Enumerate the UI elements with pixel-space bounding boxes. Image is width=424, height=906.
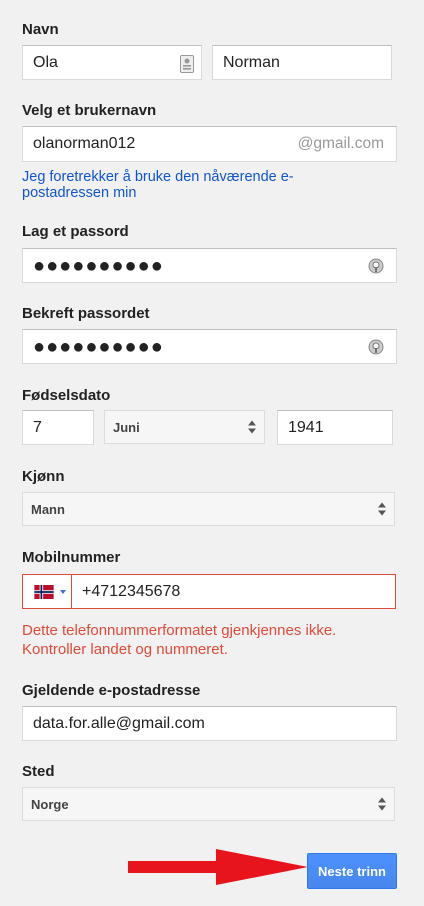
- location-value: Norge: [31, 796, 69, 812]
- use-current-email-link[interactable]: Jeg foretrekker å bruke den nåværende e-…: [22, 169, 322, 201]
- password-manager-icon[interactable]: [368, 339, 384, 355]
- birth-day-value: 7: [33, 418, 42, 436]
- gender-select[interactable]: Mann: [22, 492, 395, 526]
- confirm-password-label: Bekreft passordet: [22, 305, 150, 322]
- gender-value: Mann: [31, 501, 65, 517]
- select-arrows-icon: [248, 420, 256, 434]
- password-label: Lag et passord: [22, 223, 129, 240]
- birthdate-label: Fødselsdato: [22, 387, 111, 404]
- contact-card-icon: [180, 55, 194, 73]
- current-email-label: Gjeldende e-postadresse: [22, 682, 201, 699]
- next-step-button[interactable]: Neste trinn: [307, 853, 397, 889]
- mobile-error-message: Dette telefonnummerformatet gjenkjennes …: [22, 622, 337, 658]
- mobile-label: Mobilnummer: [22, 549, 121, 566]
- name-label: Navn: [22, 21, 59, 38]
- current-email-field[interactable]: data.for.alle@gmail.com: [22, 706, 397, 741]
- chevron-down-icon: [60, 590, 66, 594]
- location-label: Sted: [22, 763, 55, 780]
- last-name-field[interactable]: Norman: [212, 45, 392, 80]
- username-field[interactable]: olanorman012 @gmail.com: [22, 126, 397, 162]
- birth-day-field[interactable]: 7: [22, 410, 94, 445]
- first-name-field[interactable]: Ola: [22, 45, 202, 80]
- confirm-password-value: ●●●●●●●●●●: [33, 335, 164, 358]
- birth-month-value: Juni: [113, 419, 140, 435]
- birth-year-value: 1941: [288, 418, 324, 436]
- norway-flag-icon: [34, 585, 54, 599]
- username-label: Velg et brukernavn: [22, 102, 157, 119]
- username-value: olanorman012: [33, 135, 136, 152]
- password-field[interactable]: ●●●●●●●●●●: [22, 248, 397, 283]
- first-name-value: Ola: [33, 53, 58, 71]
- password-value: ●●●●●●●●●●: [33, 254, 164, 277]
- red-arrow-annotation: [128, 849, 308, 885]
- last-name-value: Norman: [223, 53, 280, 71]
- current-email-value: data.for.alle@gmail.com: [33, 714, 205, 732]
- birth-month-select[interactable]: Juni: [104, 410, 265, 444]
- gmail-suffix: @gmail.com: [297, 135, 384, 152]
- gender-label: Kjønn: [22, 468, 65, 485]
- location-select[interactable]: Norge: [22, 787, 395, 821]
- mobile-number-field[interactable]: +4712345678: [71, 574, 396, 609]
- birth-year-field[interactable]: 1941: [277, 410, 393, 445]
- country-selector[interactable]: [22, 574, 72, 609]
- select-arrows-icon: [378, 797, 386, 811]
- confirm-password-field[interactable]: ●●●●●●●●●●: [22, 329, 397, 364]
- password-manager-icon[interactable]: [368, 258, 384, 274]
- select-arrows-icon: [378, 502, 386, 516]
- mobile-number-value: +4712345678: [82, 582, 181, 600]
